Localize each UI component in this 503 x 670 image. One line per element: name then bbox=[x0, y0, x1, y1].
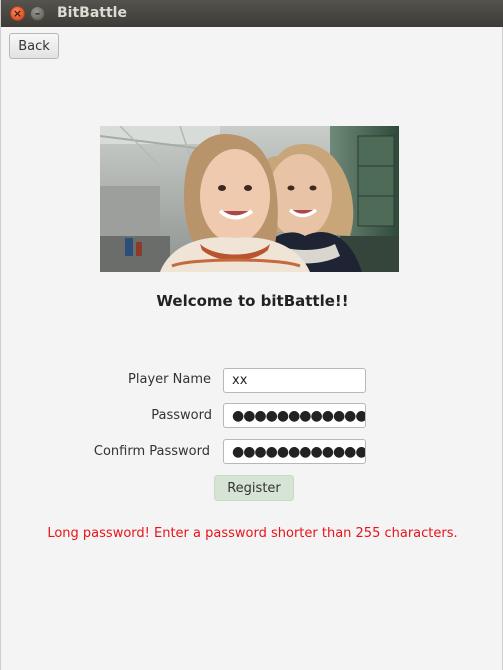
confirm-password-label: Confirm Password bbox=[93, 444, 210, 459]
welcome-photo bbox=[100, 126, 399, 272]
password-label: Password bbox=[151, 408, 212, 423]
close-icon: × bbox=[12, 7, 23, 20]
password-input[interactable]: ●●●●●●●●●●●●●● bbox=[223, 403, 366, 428]
confirm-password-input[interactable]: ●●●●●●●●●●●●●● bbox=[223, 439, 366, 464]
error-message: Long password! Enter a password shorter … bbox=[47, 526, 458, 541]
window-title: BitBattle bbox=[57, 5, 127, 21]
player-name-input[interactable] bbox=[223, 368, 366, 393]
register-button[interactable]: Register bbox=[214, 475, 294, 501]
minimize-window-button[interactable]: – bbox=[30, 6, 45, 21]
title-bar[interactable]: × – BitBattle bbox=[1, 0, 503, 27]
selfie-image bbox=[100, 126, 399, 272]
back-button[interactable]: Back bbox=[9, 33, 59, 59]
app-window: × – BitBattle Back Welcome to bitBattle!… bbox=[0, 0, 503, 670]
player-name-label: Player Name bbox=[128, 372, 211, 387]
minimize-icon: – bbox=[34, 7, 41, 20]
welcome-heading: Welcome to bitBattle!! bbox=[156, 292, 349, 310]
close-window-button[interactable]: × bbox=[10, 6, 25, 21]
